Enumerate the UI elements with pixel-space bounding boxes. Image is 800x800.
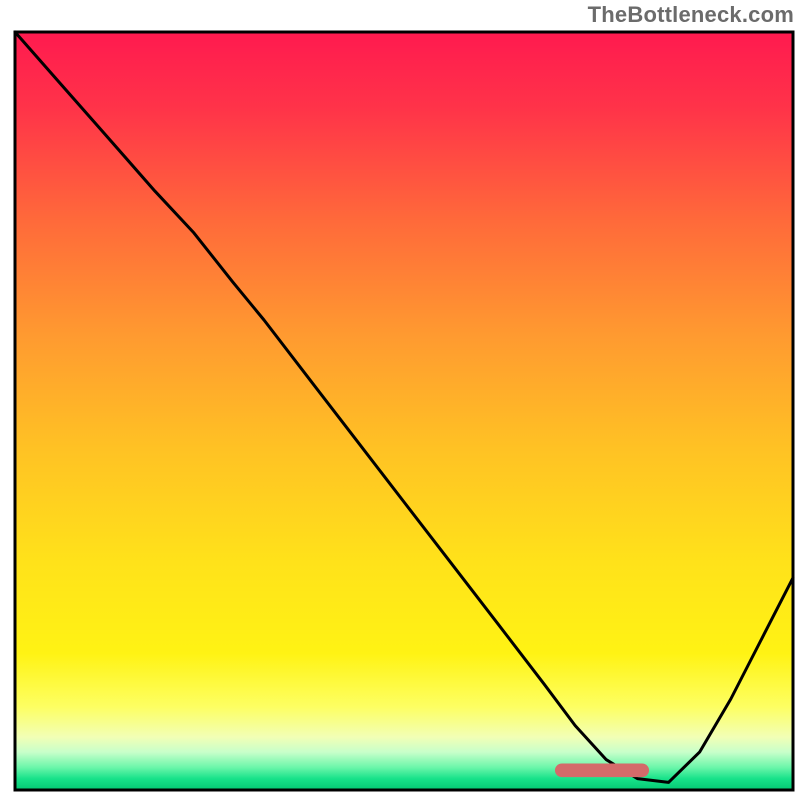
optimal-range-marker — [555, 763, 649, 777]
plot-gradient-bg — [15, 32, 793, 790]
bottleneck-chart-svg — [0, 0, 800, 800]
chart-root: TheBottleneck.com — [0, 0, 800, 800]
